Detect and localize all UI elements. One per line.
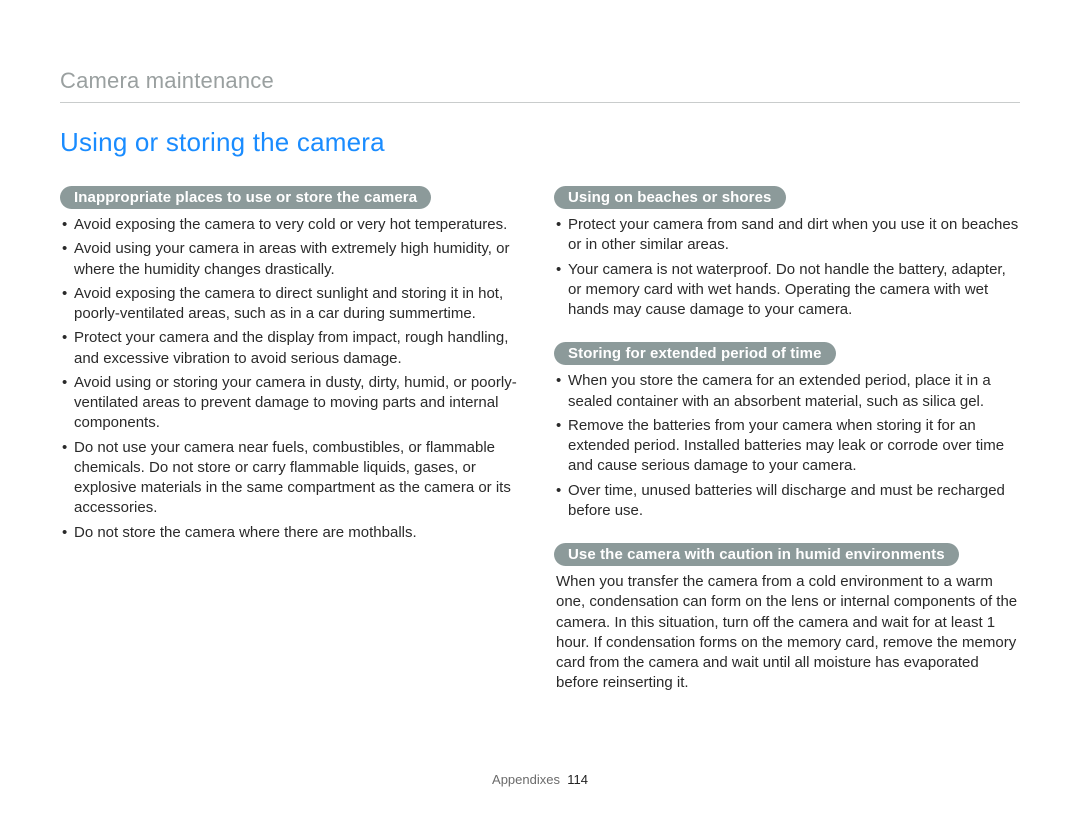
list-item: Do not use your camera near fuels, combu… — [60, 438, 526, 519]
list-item: Protect your camera from sand and dirt w… — [554, 215, 1020, 256]
list-item: Avoid using your camera in areas with ex… — [60, 239, 526, 280]
section-inappropriate-title: Inappropriate places to use or store the… — [60, 186, 431, 209]
section-storing-list: When you store the camera for an extende… — [554, 371, 1020, 521]
list-item: Protect your camera and the display from… — [60, 328, 526, 369]
section-beaches-title: Using on beaches or shores — [554, 186, 786, 209]
list-item: Over time, unused batteries will dischar… — [554, 481, 1020, 522]
section-inappropriate-list: Avoid exposing the camera to very cold o… — [60, 215, 526, 543]
list-item: Remove the batteries from your camera wh… — [554, 416, 1020, 477]
section-beaches-list: Protect your camera from sand and dirt w… — [554, 215, 1020, 320]
header-title: Camera maintenance — [60, 68, 1020, 94]
list-item: Avoid exposing the camera to direct sunl… — [60, 284, 526, 325]
footer-label: Appendixes — [492, 772, 560, 787]
list-item: Avoid exposing the camera to very cold o… — [60, 215, 526, 235]
main-heading: Using or storing the camera — [60, 127, 1020, 158]
list-item: Your camera is not waterproof. Do not ha… — [554, 260, 1020, 321]
left-column: Inappropriate places to use or store the… — [60, 168, 526, 694]
footer-page-number: 114 — [567, 772, 588, 787]
content-columns: Inappropriate places to use or store the… — [60, 168, 1020, 694]
list-item: Avoid using or storing your camera in du… — [60, 373, 526, 434]
page-root: Camera maintenance Using or storing the … — [0, 0, 1080, 815]
section-storing-title: Storing for extended period of time — [554, 342, 836, 365]
right-column: Using on beaches or shores Protect your … — [554, 168, 1020, 694]
section-humid-title: Use the camera with caution in humid env… — [554, 543, 959, 566]
list-item: When you store the camera for an extende… — [554, 371, 1020, 412]
list-item: Do not store the camera where there are … — [60, 523, 526, 543]
header-divider — [60, 102, 1020, 103]
section-humid-paragraph: When you transfer the camera from a cold… — [554, 572, 1020, 694]
page-footer: Appendixes 114 — [0, 772, 1080, 787]
